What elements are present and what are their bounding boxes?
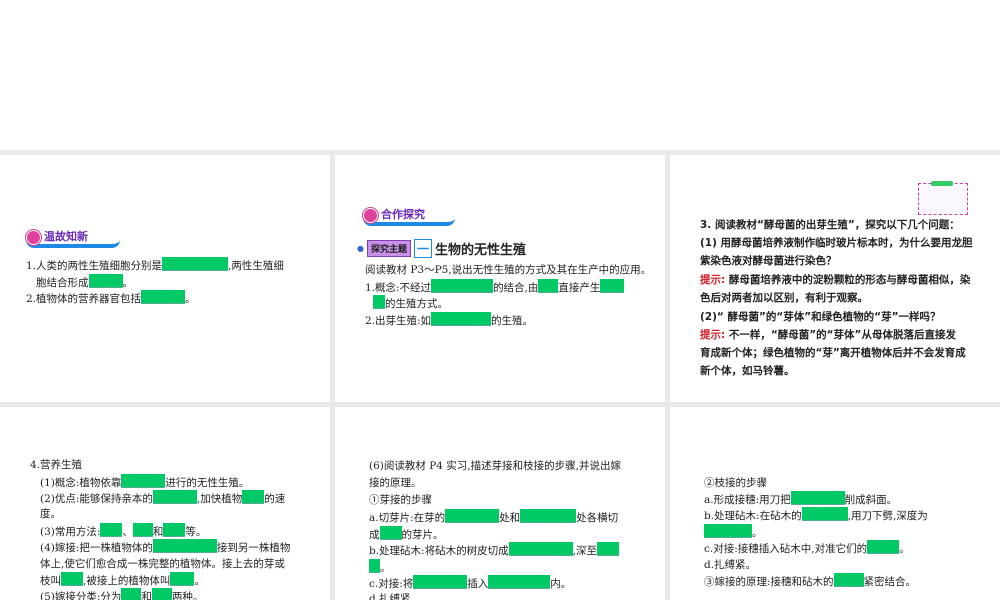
answer-blank[interactable] bbox=[242, 490, 265, 504]
question-line: 1.概念:不经过 的结合,由 直接产生 bbox=[365, 279, 625, 296]
topic-title: 生物的无性生殖 bbox=[435, 243, 527, 258]
answer-blank[interactable] bbox=[704, 524, 752, 538]
tip-box bbox=[918, 181, 968, 215]
question-line: 。 bbox=[369, 559, 391, 576]
question-line: (2)优点:能够保持亲本的 ,加快植物 的速 bbox=[40, 490, 285, 507]
answer-blank[interactable] bbox=[431, 279, 494, 293]
question-line: 1.人类的两性生殖细胞分别是 ,两性生殖细 bbox=[26, 257, 284, 274]
answer-blank[interactable] bbox=[163, 523, 186, 537]
text-line: ②枝接的步骤 bbox=[704, 477, 767, 489]
question-line: 。 bbox=[704, 524, 763, 541]
answer-blank[interactable] bbox=[100, 523, 123, 537]
answer-blank[interactable] bbox=[413, 575, 468, 589]
answer-blank[interactable] bbox=[538, 279, 559, 293]
text-line: (1) 用酵母菌培养液制作临时玻片标本时，为什么要用龙胆 bbox=[700, 237, 973, 249]
text-line: 新个体，如马铃薯。 bbox=[700, 365, 795, 377]
slide-explore[interactable]: 合作探究 ● 探究主题一生物的无性生殖 阅读教材 P3～P5,说出无性生殖的方式及… bbox=[335, 155, 665, 402]
answer-blank[interactable] bbox=[151, 588, 172, 600]
hint-line: 提示: 酵母菌培养液中的淀粉颗粒的形态与酵母菌相似，染 bbox=[700, 274, 971, 286]
answer-blank[interactable] bbox=[121, 474, 166, 488]
answer-blank[interactable] bbox=[600, 279, 625, 293]
question-line: c.对接:将 插入 内。 bbox=[369, 575, 571, 592]
text-line: 度。 bbox=[40, 508, 61, 520]
answer-blank[interactable] bbox=[867, 540, 900, 554]
slide-vegetative[interactable]: 4.营养生殖 (1)概念:植物依靠 进行的无性生殖。 (2)优点:能够保持亲本的,… bbox=[0, 407, 330, 600]
badge-label: 温故知新 bbox=[44, 230, 88, 243]
slide-yeast[interactable]: 3. 阅读教材“酵母菌的出芽生殖”，探究以下几个问题： (1) 用酵母菌培养液制… bbox=[670, 155, 1000, 402]
answer-blank[interactable] bbox=[121, 588, 142, 600]
topic-number: 一 bbox=[414, 239, 433, 258]
text-line: (2)“ 酵母菌”的“芽体”和绿色植物的“芽”一样吗？ bbox=[700, 311, 941, 323]
question-line: (5)嫁接分类:分为和两种。 bbox=[40, 588, 203, 600]
answer-blank[interactable] bbox=[61, 572, 83, 586]
question-line: 2.出芽生殖:如 的生殖。 bbox=[365, 312, 533, 329]
answer-blank[interactable] bbox=[170, 572, 195, 586]
question-line: (4)嫁接:把一株植物体的 接到另一株植物 bbox=[40, 539, 290, 556]
text-line: 紫染色液对酵母菌进行染色？ bbox=[700, 255, 837, 267]
badge-icon bbox=[363, 208, 378, 223]
text-line: 接的原理。 bbox=[369, 477, 422, 489]
answer-blank[interactable] bbox=[790, 491, 845, 505]
text-line: 3. 阅读教材“酵母菌的出芽生殖”，探究以下几个问题： bbox=[700, 219, 960, 231]
answer-blank[interactable] bbox=[88, 274, 123, 288]
answer-blank[interactable] bbox=[379, 526, 402, 540]
question-line: 的生殖方式。 bbox=[373, 295, 448, 312]
answer-blank[interactable] bbox=[431, 312, 492, 326]
text-line: 4.营养生殖 bbox=[30, 459, 83, 471]
answer-blank[interactable] bbox=[152, 490, 197, 504]
slide-review[interactable]: 温故知新 1.人类的两性生殖细胞分别是 ,两性生殖细 胞结合形成。 2.植物体的营… bbox=[0, 155, 330, 402]
badge-label: 合作探究 bbox=[381, 208, 425, 221]
topic-tag: 探究主题 bbox=[366, 240, 411, 257]
question-line: ③嫁接的原理:接穗和砧木的 紧密结合。 bbox=[704, 573, 916, 590]
slide-branch-grafting[interactable]: ②枝接的步骤 a.形成接穗:用刀把 削成斜面。 b.处理砧木:在砧木的 ,用刀下劈,… bbox=[670, 407, 1000, 600]
question-line: 成的芽片。 bbox=[369, 526, 444, 543]
answer-blank[interactable] bbox=[152, 539, 217, 553]
answer-blank[interactable] bbox=[141, 290, 186, 304]
question-line: (1)概念:植物依靠 进行的无性生殖。 bbox=[40, 474, 249, 491]
question-line: c.对接:接穗插入砧木中,对准它们的。 bbox=[704, 540, 910, 557]
answer-blank[interactable] bbox=[833, 573, 864, 587]
answer-blank[interactable] bbox=[132, 523, 153, 537]
text-line: ①芽接的步骤 bbox=[369, 494, 432, 506]
text-line: 色后对两者加以区别，有利于观察。 bbox=[700, 292, 868, 304]
question-line: 胞结合形成。 bbox=[36, 274, 133, 291]
question-line: b.处理砧木:将砧木的树皮切成 ,深至 bbox=[369, 542, 619, 559]
section-badge: 温故知新 bbox=[26, 230, 120, 248]
answer-blank[interactable] bbox=[445, 509, 500, 523]
text-line: 育成新个体；绿色植物的“芽”离开植物体后并不会发育成 bbox=[700, 347, 966, 359]
hint-line: 提示: 不一样，“酵母菌”的“芽体”从母体脱落后直接发 bbox=[700, 329, 956, 341]
answer-blank[interactable] bbox=[162, 257, 229, 271]
section-badge: 合作探究 bbox=[363, 208, 455, 226]
answer-blank[interactable] bbox=[801, 507, 848, 521]
answer-blank[interactable] bbox=[488, 575, 551, 589]
text-line: (6)阅读教材 P4 实习,描述芽接和枝接的步骤,并说出嫁 bbox=[369, 460, 621, 472]
tip-header bbox=[931, 181, 953, 186]
topic-heading: ● 探究主题一生物的无性生殖 bbox=[357, 239, 526, 258]
answer-blank[interactable] bbox=[373, 295, 385, 309]
question-line: b.处理砧木:在砧木的 ,用刀下劈,深度为 bbox=[704, 507, 928, 524]
question-line: a.切芽片:在芽的 处和 处各横切 bbox=[369, 509, 618, 526]
question-line: 2.植物体的营养器官包括。 bbox=[26, 290, 196, 307]
question-line: 枝叫 ,被接上的植物体叫。 bbox=[40, 572, 205, 589]
text-line: d.扎缚紧。 bbox=[369, 593, 422, 600]
question-line: a.形成接穗:用刀把 削成斜面。 bbox=[704, 491, 897, 508]
answer-blank[interactable] bbox=[596, 542, 619, 556]
text-line: 阅读教材 P3～P5,说出无性生殖的方式及其在生产中的应用。 bbox=[365, 264, 652, 276]
question-line: (3)常用方法:、和等。 bbox=[40, 523, 206, 540]
answer-blank[interactable] bbox=[508, 542, 573, 556]
answer-blank[interactable] bbox=[369, 559, 380, 573]
text-line: 体上,使它们愈合成一株完整的植物体。接上去的芽或 bbox=[40, 558, 285, 570]
badge-icon bbox=[26, 230, 41, 245]
text-line: d.扎缚紧。 bbox=[704, 559, 757, 571]
answer-blank[interactable] bbox=[520, 509, 577, 523]
slide-bud-grafting[interactable]: (6)阅读教材 P4 实习,描述芽接和枝接的步骤,并说出嫁 接的原理。 ①芽接的… bbox=[335, 407, 665, 600]
